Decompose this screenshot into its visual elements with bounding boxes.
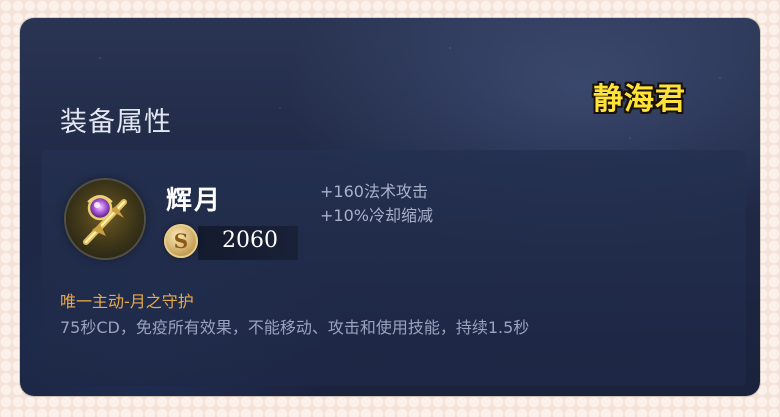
skill-description: 75秒CD，免疫所有效果，不能移动、攻击和使用技能，持续1.5秒 <box>60 318 530 337</box>
scepter-icon[interactable] <box>66 180 144 258</box>
skill-title: 唯一主动-月之守护 <box>60 292 194 311</box>
item-detail-panel: 装备属性 静海君 辉月 S 2060 +160法术攻击 +10%冷却缩减 唯一主… <box>20 18 760 396</box>
item-name: 辉月 <box>166 186 223 216</box>
item-stats: +160法术攻击 +10%冷却缩减 <box>320 180 433 228</box>
stat-magic-attack: +160法术攻击 <box>320 182 428 201</box>
section-title: 装备属性 <box>60 107 172 138</box>
gold-coin-icon: S <box>164 224 198 258</box>
scepter-glyph <box>83 195 127 245</box>
item-price: 2060 <box>222 228 278 253</box>
watermark: 静海君 <box>593 82 686 117</box>
stat-cooldown: +10%冷却缩减 <box>320 206 433 225</box>
